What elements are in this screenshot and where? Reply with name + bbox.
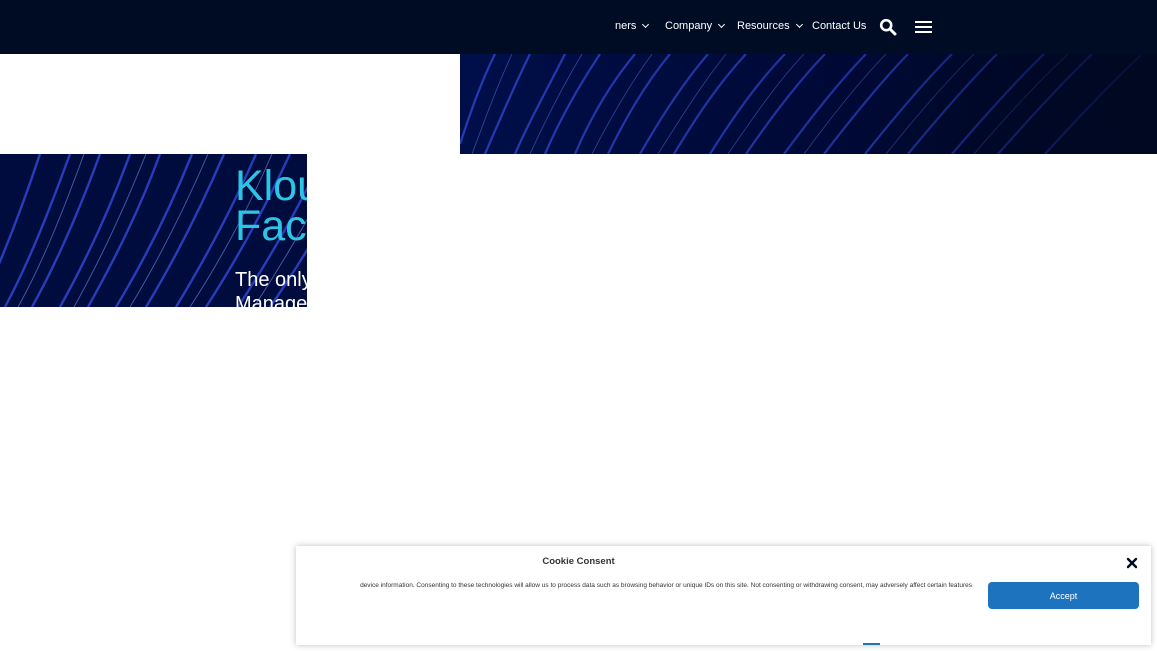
nav-item-label: Resources [737, 20, 790, 32]
hero-background-image [460, 54, 1157, 154]
cookie-policy-link[interactable] [863, 643, 880, 645]
nav-item-label: Company [665, 20, 713, 32]
cookie-consent-banner: Cookie Consent device information. Conse… [296, 546, 1151, 645]
chevron-down-icon [718, 20, 726, 29]
cookie-consent-text: device information. Consenting to these … [360, 582, 972, 589]
chevron-down-icon [642, 20, 650, 29]
accept-button[interactable]: Accept [988, 582, 1139, 609]
site-header: ners Company Resources Contact Us [0, 0, 1157, 54]
cookie-consent-text-wrap: device information. Consenting to these … [296, 582, 986, 596]
hero-title: Klou Face [235, 162, 307, 250]
cookie-consent-title: Cookie Consent [542, 556, 615, 567]
nav-item-label: ners [615, 20, 637, 32]
hero-subtitle: The only Manage [235, 269, 307, 307]
nav-item-resources[interactable]: Resources [737, 20, 803, 32]
chevron-down-icon [795, 20, 803, 29]
nav-item-contact-us[interactable]: Contact Us [812, 20, 866, 32]
nav-item-label: Contact Us [812, 20, 867, 32]
close-icon[interactable] [1125, 556, 1139, 570]
search-icon[interactable] [879, 18, 897, 36]
hamburger-menu-icon[interactable] [915, 19, 933, 35]
nav-item-company[interactable]: Company [665, 20, 726, 32]
nav-item-partners[interactable]: ners [615, 20, 650, 32]
hero-text: Klou Face The only Manage [235, 154, 307, 308]
